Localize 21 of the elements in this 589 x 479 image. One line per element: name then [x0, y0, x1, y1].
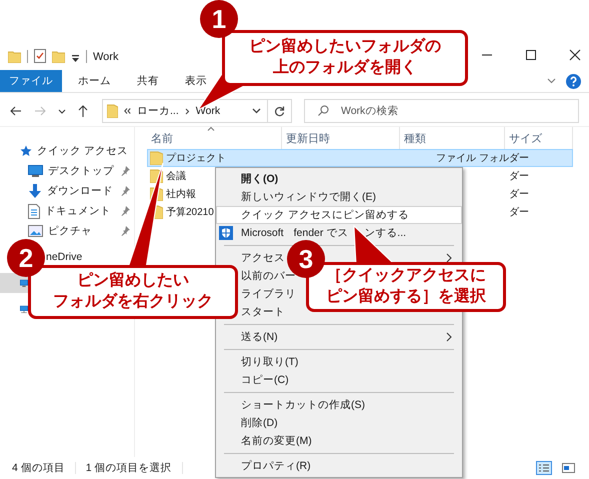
- step-number: 2: [7, 239, 45, 277]
- file-type: ダー: [508, 188, 529, 201]
- callout-text: ピン留めする］を選択: [326, 287, 486, 307]
- callout-text: 上のフォルダを開く: [273, 58, 417, 78]
- callout-text: ピン留めしたいフォルダの: [249, 37, 441, 58]
- menu-item-fragment: ンする...: [364, 226, 406, 240]
- step-number: 1: [200, 0, 238, 38]
- file-type: ファイル フォルダー: [435, 152, 529, 165]
- status-text: 1 個の項目を選択: [86, 461, 172, 475]
- menu-item-fragment: fender でス: [294, 226, 348, 240]
- file-name: 社内報: [166, 188, 197, 201]
- file-name: 予算20210: [166, 206, 215, 219]
- file-type: ダー: [508, 206, 529, 219]
- callout-text: ピン留めしたい: [77, 271, 189, 292]
- status-text: 4 個の項目: [12, 461, 65, 475]
- file-name: 会議: [166, 170, 187, 183]
- window-title: Work: [93, 51, 118, 63]
- callout-text: フォルダを右クリック: [53, 292, 213, 312]
- file-type: ダー: [508, 170, 529, 183]
- callout-text: ［クイックアクセスに: [326, 266, 486, 286]
- file-name: プロジェクト: [166, 152, 226, 165]
